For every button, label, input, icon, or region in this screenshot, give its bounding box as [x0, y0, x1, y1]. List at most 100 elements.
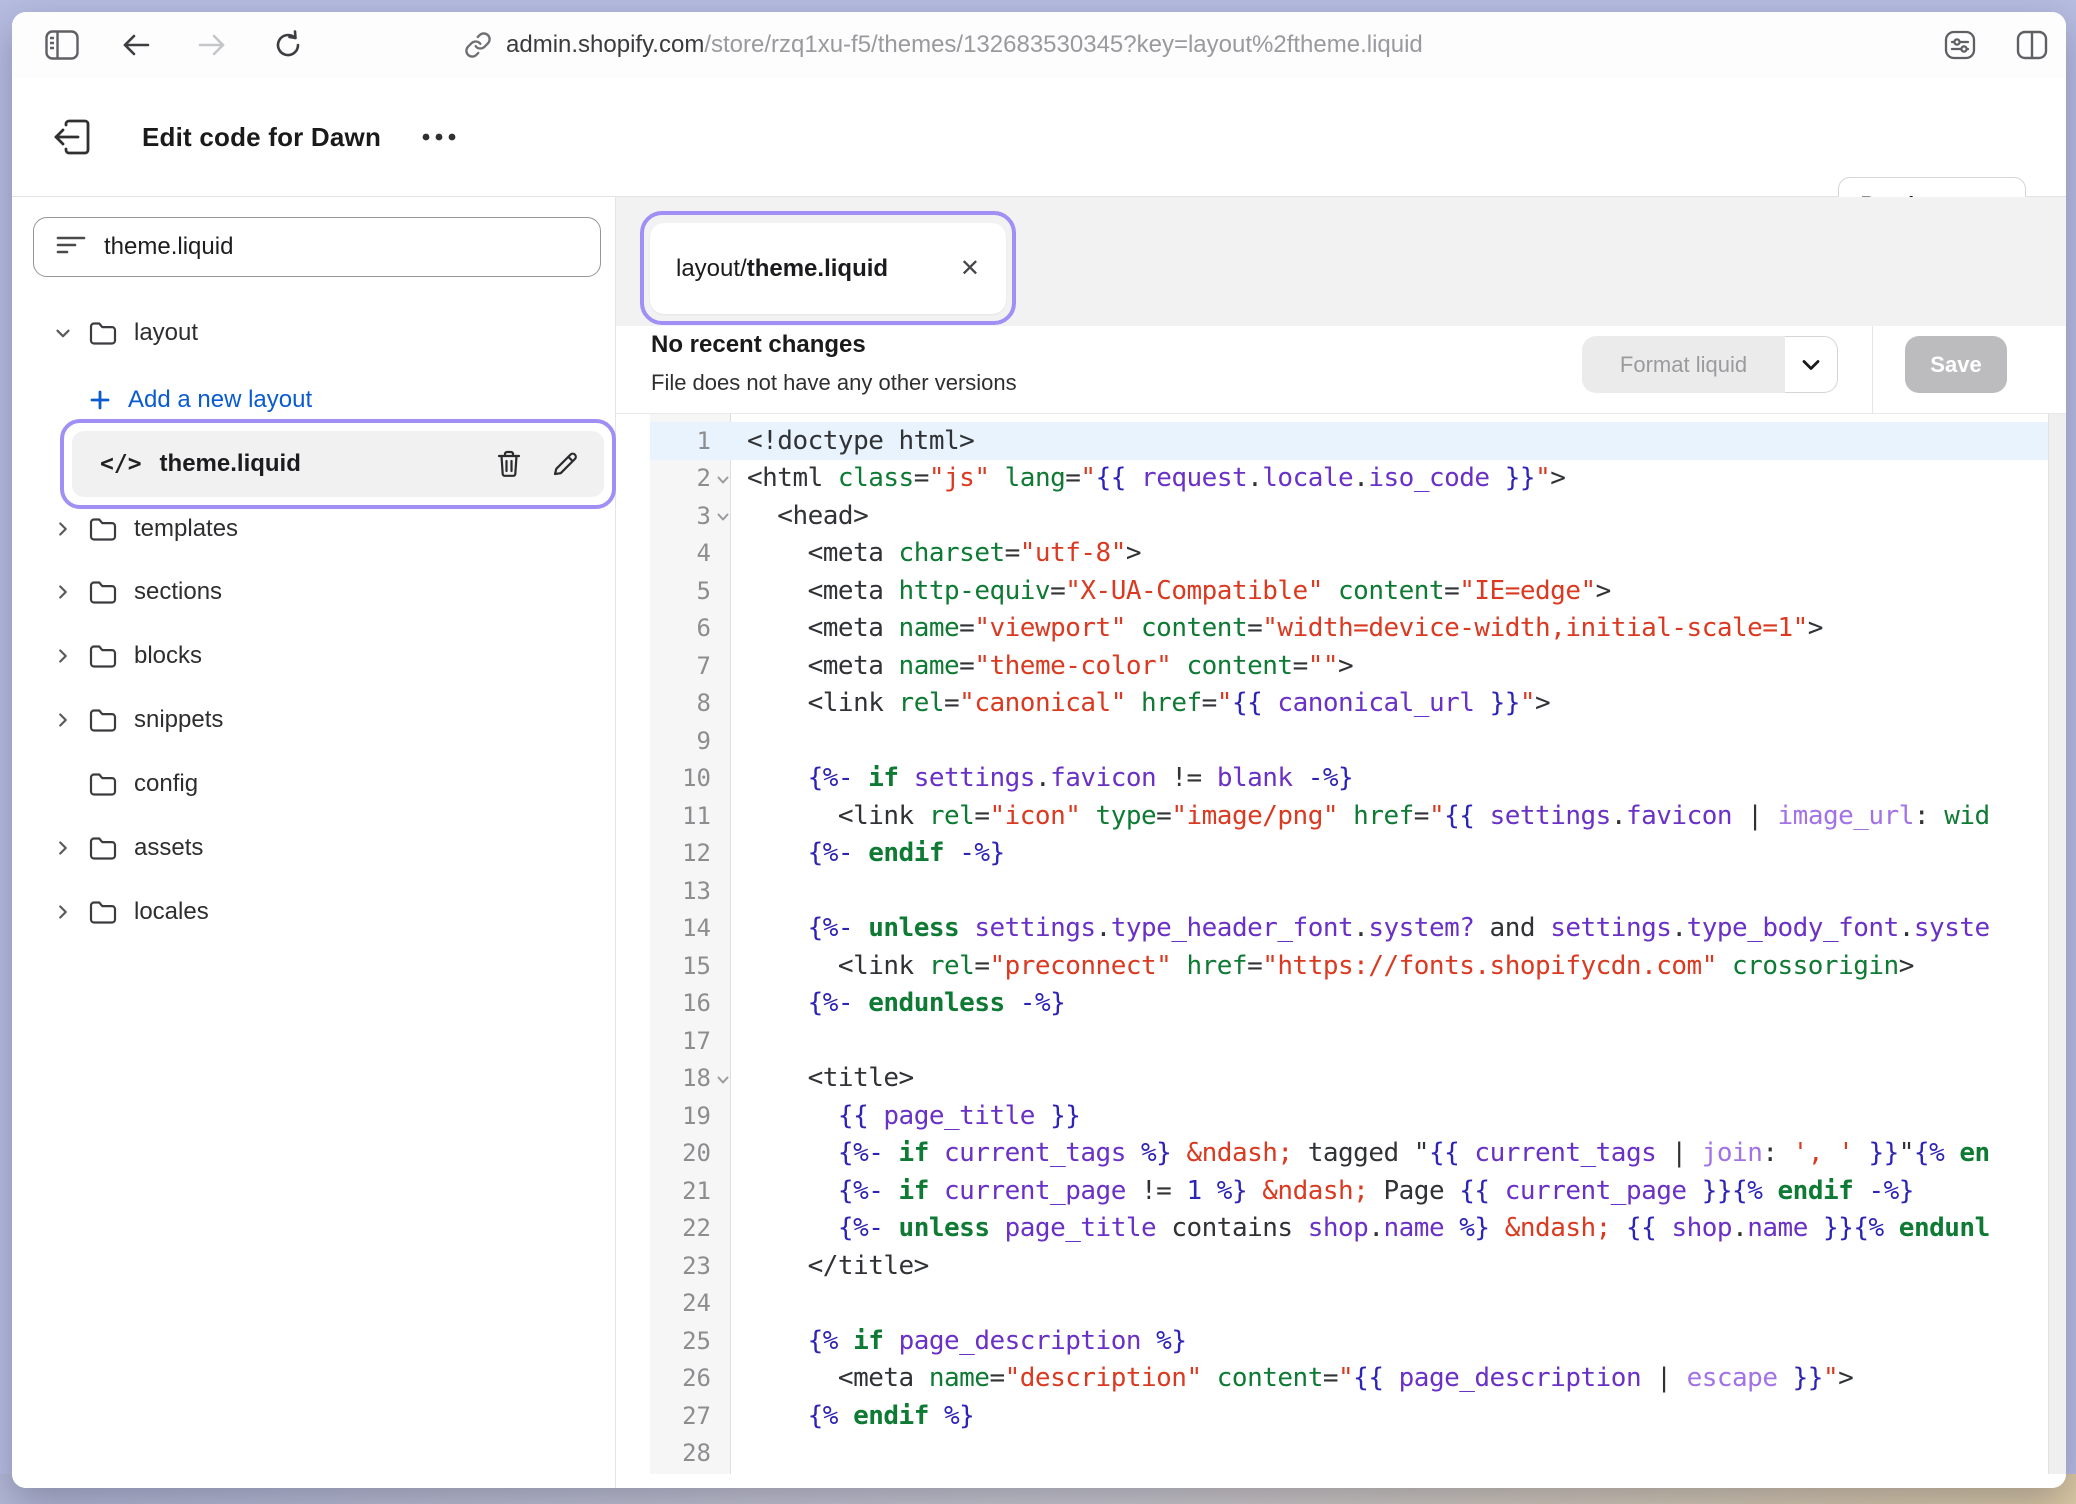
plus-icon	[88, 388, 112, 412]
code-line[interactable]: 10 {%- if settings.favicon != blank -%}	[650, 760, 2048, 798]
code-line[interactable]: 9	[650, 722, 2048, 760]
code-line[interactable]: 2<html class="js" lang="{{ request.local…	[650, 460, 2048, 498]
code-text: <meta http-equiv="X-UA-Compatible" conte…	[731, 576, 2048, 606]
page-settings-icon[interactable]	[1938, 12, 1982, 78]
code-line[interactable]: 29 {% render 'meta-tags' %}	[650, 1472, 2048, 1474]
toolbar-divider	[1872, 326, 1873, 413]
code-line[interactable]: 24	[650, 1285, 2048, 1323]
chevron-right-icon[interactable]	[48, 645, 78, 667]
code-line[interactable]: 13	[650, 872, 2048, 910]
code-line[interactable]: 28	[650, 1435, 2048, 1473]
code-line[interactable]: 12 {%- endif -%}	[650, 835, 2048, 873]
line-number: 29	[650, 1472, 731, 1474]
code-line[interactable]: 20 {%- if current_tags %} &ndash; tagged…	[650, 1135, 2048, 1173]
chevron-right-icon[interactable]	[48, 837, 78, 859]
split-view-icon[interactable]	[2010, 12, 2054, 78]
chevron-right-icon[interactable]	[48, 518, 78, 540]
vertical-scrollbar[interactable]	[2048, 414, 2066, 1474]
line-number: 13	[650, 872, 731, 910]
chevron-right-icon[interactable]	[48, 709, 78, 731]
code-rows: 1<!doctype html>2<html class="js" lang="…	[650, 422, 2048, 1474]
close-icon[interactable]: ✕	[960, 254, 980, 283]
format-liquid-button[interactable]: Format liquid	[1582, 336, 1785, 393]
code-line[interactable]: 27 {% endif %}	[650, 1397, 2048, 1435]
code-line[interactable]: 4 <meta charset="utf-8">	[650, 535, 2048, 573]
sidebar-item-assets[interactable]: assets	[12, 819, 615, 877]
format-dropdown-button[interactable]	[1785, 336, 1838, 393]
code-line[interactable]: 16 {%- endunless -%}	[650, 985, 2048, 1023]
line-number: 24	[650, 1285, 731, 1323]
app-header: Edit code for Dawn Preview store	[12, 78, 2066, 197]
item-label: snippets	[134, 706, 223, 734]
delete-file-icon[interactable]	[492, 447, 526, 481]
sidebar-toggle-icon[interactable]	[40, 12, 84, 78]
chevron-right-icon[interactable]	[48, 581, 78, 603]
line-number: 21	[650, 1172, 731, 1210]
code-line[interactable]: 1<!doctype html>	[650, 422, 2048, 460]
code-line[interactable]: 23 </title>	[650, 1247, 2048, 1285]
code-line[interactable]: 8 <link rel="canonical" href="{{ canonic…	[650, 685, 2048, 723]
fold-toggle-icon[interactable]	[716, 510, 730, 528]
code-line[interactable]: 6 <meta name="viewport" content="width=d…	[650, 610, 2048, 648]
code-text: <!doctype html>	[731, 426, 2048, 456]
code-line[interactable]: 22 {%- unless page_title contains shop.n…	[650, 1210, 2048, 1248]
code-line[interactable]: 25 {% if page_description %}	[650, 1322, 2048, 1360]
line-number: 16	[650, 985, 731, 1023]
back-icon[interactable]	[116, 12, 156, 78]
folder-icon	[88, 642, 118, 670]
sidebar-item-config[interactable]: config	[12, 755, 615, 813]
item-label: Add a new layout	[128, 386, 312, 414]
fold-toggle-icon[interactable]	[716, 1073, 730, 1091]
file-label: theme.liquid	[160, 450, 492, 478]
reload-icon[interactable]	[268, 12, 308, 78]
code-line[interactable]: 15 <link rel="preconnect" href="https://…	[650, 947, 2048, 985]
chevron-right-icon[interactable]	[48, 901, 78, 923]
sidebar-item-theme.liquid[interactable]: </> theme.liquid	[72, 431, 604, 497]
folder-icon	[88, 515, 118, 543]
code-line[interactable]: 19 {{ page_title }}	[650, 1097, 2048, 1135]
line-number: 25	[650, 1322, 731, 1360]
folder-icon	[88, 770, 118, 798]
folder-icon	[88, 834, 118, 862]
exit-editor-icon[interactable]	[52, 119, 92, 155]
code-line[interactable]: 11 <link rel="icon" type="image/png" hre…	[650, 797, 2048, 835]
code-area[interactable]: 1<!doctype html>2<html class="js" lang="…	[616, 414, 2066, 1474]
url-host: admin.shopify.com	[506, 31, 704, 58]
line-number: 18	[650, 1060, 731, 1098]
code-text: <link rel="icon" type="image/png" href="…	[731, 801, 2048, 831]
link-icon	[464, 31, 492, 59]
sidebar-item-snippets[interactable]: snippets	[12, 691, 615, 749]
tab-theme-liquid[interactable]: layout/theme.liquid ✕	[650, 223, 1006, 314]
line-number: 4	[650, 535, 731, 573]
item-label: locales	[134, 898, 209, 926]
code-line[interactable]: 17	[650, 1022, 2048, 1060]
code-text: <meta name="viewport" content="width=dev…	[731, 613, 2048, 643]
code-text: {%- endunless -%}	[731, 988, 2048, 1018]
sidebar-item-layout[interactable]: layout	[12, 304, 615, 362]
sidebar-item-templates[interactable]: templates	[12, 500, 615, 558]
more-menu-icon[interactable]	[420, 78, 458, 196]
code-line[interactable]: 14 {%- unless settings.type_header_font.…	[650, 910, 2048, 948]
code-line[interactable]: 7 <meta name="theme-color" content="">	[650, 647, 2048, 685]
code-line[interactable]: 18 <title>	[650, 1060, 2048, 1098]
code-line[interactable]: 26 <meta name="description" content="{{ …	[650, 1360, 2048, 1398]
line-number: 27	[650, 1397, 731, 1435]
rename-file-icon[interactable]	[548, 447, 582, 481]
code-line[interactable]: 3 <head>	[650, 497, 2048, 535]
line-number: 28	[650, 1435, 731, 1473]
code-line[interactable]: 5 <meta http-equiv="X-UA-Compatible" con…	[650, 572, 2048, 610]
sidebar-item-locales[interactable]: locales	[12, 883, 615, 941]
url-bar[interactable]: admin.shopify.com/store/rzq1xu-f5/themes…	[464, 12, 1423, 78]
code-text: {%- if current_tags %} &ndash; tagged "{…	[731, 1138, 2048, 1168]
editor-toolbar: No recent changes File does not have any…	[616, 326, 2066, 414]
url-path: /store/rzq1xu-f5/themes/132683530345?key…	[704, 31, 1422, 58]
chevron-down-icon[interactable]	[48, 322, 78, 344]
sidebar-item-blocks[interactable]: blocks	[12, 627, 615, 685]
code-file-icon: </>	[100, 451, 142, 477]
code-line[interactable]: 21 {%- if current_page != 1 %} &ndash; P…	[650, 1172, 2048, 1210]
line-number: 5	[650, 572, 731, 610]
line-number: 15	[650, 947, 731, 985]
sidebar-item-sections[interactable]: sections	[12, 563, 615, 621]
save-button[interactable]: Save	[1905, 336, 2007, 393]
fold-toggle-icon[interactable]	[716, 473, 730, 491]
